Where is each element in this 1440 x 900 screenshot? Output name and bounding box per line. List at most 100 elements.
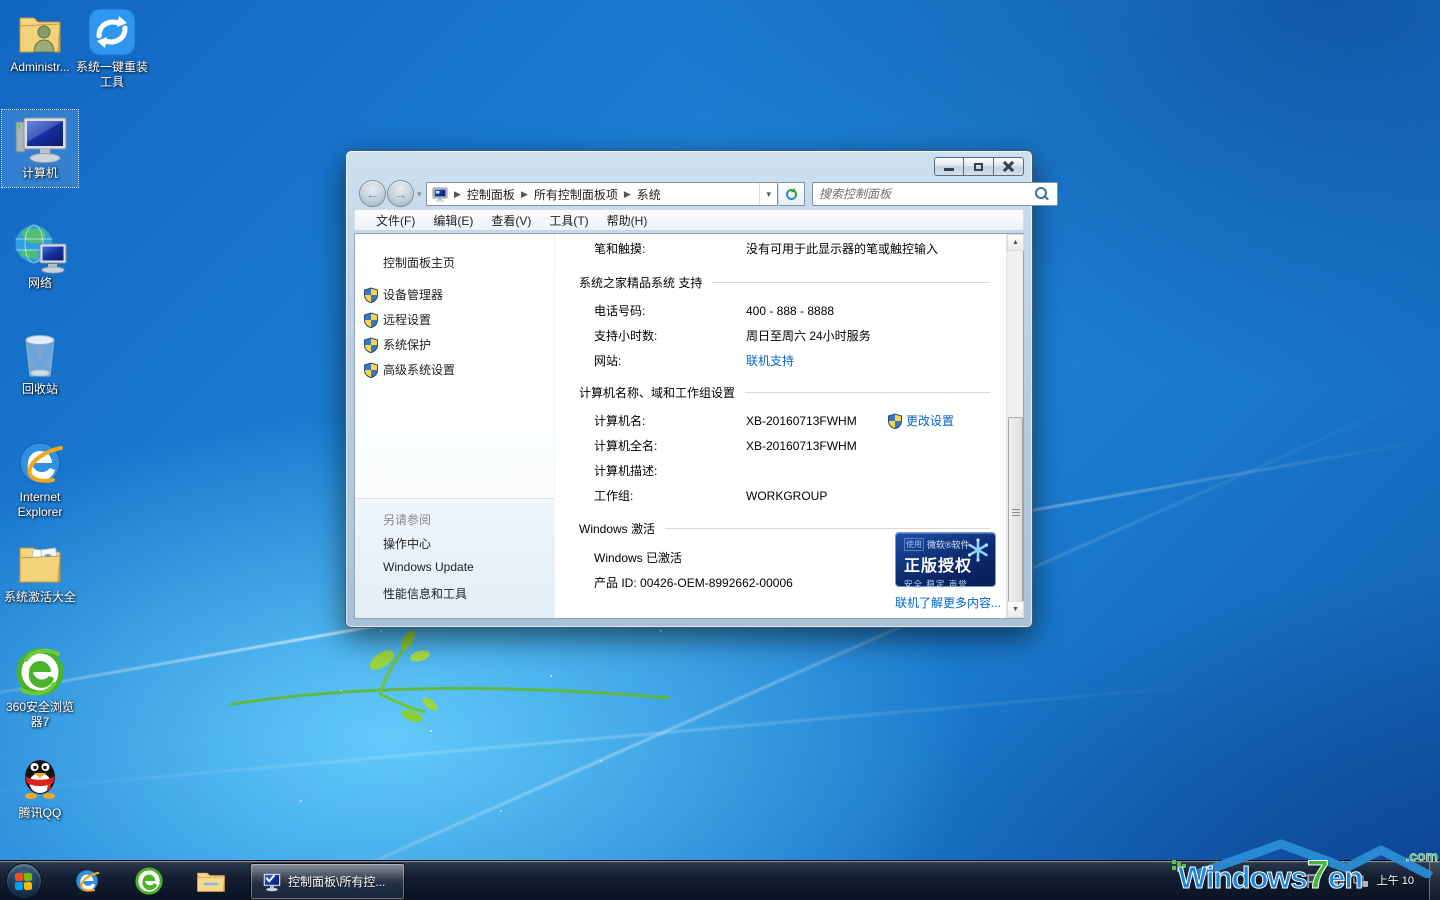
field-label: 计算机全名:: [594, 437, 746, 454]
learn-more-link[interactable]: 联机了解更多内容...: [895, 594, 1001, 611]
address-dropdown-icon[interactable]: ▾: [759, 183, 777, 205]
sidebar-item-advanced-settings[interactable]: 高级系统设置: [383, 361, 455, 377]
history-dropdown-icon[interactable]: ▾: [417, 189, 422, 200]
sidebar-item-system-protection[interactable]: 系统保护: [383, 336, 431, 352]
sidebar-item-label: 远程设置: [383, 311, 431, 328]
computer-name-section-header: 计算机名称、域和工作组设置: [555, 382, 1006, 402]
desktop-icon-reinstall-tool[interactable]: 系统一键重装工具: [74, 6, 150, 90]
menu-view[interactable]: 查看(V): [482, 210, 540, 231]
vertical-scrollbar[interactable]: ▲ ▼: [1006, 234, 1023, 618]
menu-tools[interactable]: 工具(T): [540, 210, 597, 231]
menu-help[interactable]: 帮助(H): [598, 210, 657, 231]
maximize-button[interactable]: [964, 157, 994, 176]
maximize-icon: [974, 163, 983, 171]
product-id-label: 产品 ID:: [594, 574, 637, 591]
qq-penguin-icon: [14, 752, 66, 804]
menu-file[interactable]: 文件(F): [367, 210, 424, 231]
refresh-button[interactable]: [779, 182, 805, 206]
menu-bar: 文件(F) 编辑(E) 查看(V) 工具(T) 帮助(H): [354, 209, 1024, 231]
desktop-icon-recycle-bin[interactable]: 回收站: [2, 330, 78, 397]
online-support-link[interactable]: 联机支持: [746, 352, 794, 369]
genuine-software-badge[interactable]: 使用 微软®软件 正版授权 安全 稳定 声誉: [895, 532, 996, 587]
field-label: 电话号码:: [594, 302, 746, 319]
breadcrumb-all-items[interactable]: 所有控制面板项: [530, 186, 622, 203]
scrollbar-thumb[interactable]: [1008, 417, 1023, 607]
desktop-icon-activation-collection[interactable]: 系统激活大全: [2, 538, 78, 605]
icon-label: 系统激活大全: [2, 590, 78, 605]
icon-label: Administr...: [2, 60, 78, 75]
breadcrumb-system[interactable]: 系统: [633, 186, 665, 203]
desktop-icon-computer[interactable]: 计算机: [2, 110, 78, 187]
website-row: 网站: 联机支持: [555, 348, 1006, 373]
search-input[interactable]: [819, 185, 1033, 203]
field-value: XB-20160713FWHM: [746, 439, 857, 453]
taskbar-explorer-button[interactable]: [186, 864, 236, 898]
desktop-icon-network[interactable]: 网络: [2, 222, 78, 291]
see-also-panel: 另请参阅 操作中心 Windows Update 性能信息和工具: [355, 498, 554, 618]
breadcrumb-arrow-icon: ▶: [519, 189, 530, 200]
icon-label: 计算机: [2, 166, 78, 181]
action-center-icon[interactable]: [1305, 873, 1321, 889]
scroll-down-button[interactable]: ▼: [1007, 601, 1024, 618]
change-settings-link[interactable]: 更改设置: [887, 412, 954, 429]
sidebar-item-remote-settings[interactable]: 远程设置: [383, 311, 431, 327]
system-window: ← → ▾ ▶ 控制面板 ▶ 所有控制面板项 ▶ 系统 ▾: [345, 150, 1033, 628]
section-divider: [665, 528, 990, 529]
swap-arrows-icon: [86, 6, 138, 58]
desktop-icon-internet-explorer[interactable]: Internet Explorer: [2, 438, 78, 520]
taskbar-clock[interactable]: 上午 10: [1377, 875, 1414, 888]
volume-icon[interactable]: [1329, 873, 1345, 889]
system-info-panel: 笔和触摸: 没有可用于此显示器的笔或触控输入 系统之家精品系统 支持 电话号码:…: [555, 234, 1006, 618]
uac-shield-icon: [363, 287, 379, 303]
close-button[interactable]: [994, 157, 1024, 176]
icon-label: 360安全浏览器7: [2, 700, 78, 730]
sidebar-item-device-manager[interactable]: 设备管理器: [383, 286, 443, 302]
taskbar-360-browser-button[interactable]: [124, 864, 174, 898]
badge-line3: 安全 稳定 声誉: [904, 578, 989, 590]
sidebar-item-control-panel-home[interactable]: 控制面板主页: [383, 254, 455, 271]
network-icon: [12, 222, 68, 274]
section-title: 系统之家精品系统 支持: [579, 274, 702, 291]
section-divider: [745, 392, 990, 393]
sidebar: 控制面板主页 设备管理器 远程设置 系统保护 高级系统设置: [355, 234, 555, 618]
icon-label: 网络: [2, 276, 78, 291]
desktop-icon-administrator[interactable]: Administr...: [2, 8, 78, 75]
change-settings-label: 更改设置: [906, 412, 954, 429]
minimize-button[interactable]: [934, 157, 964, 176]
title-bar[interactable]: [346, 151, 1032, 179]
search-box[interactable]: [812, 182, 1058, 206]
workgroup-row: 工作组: WORKGROUP: [555, 483, 1006, 508]
system-window-icon: [259, 872, 281, 892]
close-icon: [1003, 161, 1014, 172]
sidebar-item-windows-update[interactable]: Windows Update: [383, 560, 474, 574]
sidebar-item-performance-tools[interactable]: 性能信息和工具: [383, 585, 467, 602]
network-icon[interactable]: [1353, 873, 1369, 889]
computer-fullname-row: 计算机全名: XB-20160713FWHM: [555, 433, 1006, 458]
menu-edit[interactable]: 编辑(E): [424, 210, 482, 231]
show-desktop-button[interactable]: [1429, 861, 1440, 900]
window-client-area: 控制面板主页 设备管理器 远程设置 系统保护 高级系统设置: [354, 233, 1024, 619]
system-mini-icon: [432, 187, 448, 202]
back-button[interactable]: ←: [359, 180, 386, 207]
product-id-value: 00426-OEM-8992662-00006: [640, 576, 793, 590]
uac-shield-icon: [363, 362, 379, 378]
forward-button[interactable]: →: [387, 180, 414, 207]
genuine-star-icon: [965, 537, 991, 563]
activation-zone: Windows 激活 Windows 已激活 产品 ID: 00426-OEM-…: [555, 518, 1006, 595]
breadcrumb-control-panel[interactable]: 控制面板: [463, 186, 519, 203]
start-button[interactable]: [6, 863, 42, 899]
ie-icon: [72, 867, 102, 895]
icon-label: Internet Explorer: [2, 490, 78, 520]
taskbar-active-window-button[interactable]: 控制面板\所有控...: [250, 863, 405, 900]
taskbar-ie-button[interactable]: [62, 864, 112, 898]
scroll-up-button[interactable]: ▲: [1007, 234, 1024, 251]
field-value: 周日至周六 24小时服务: [746, 327, 871, 344]
computer-icon: [12, 114, 68, 164]
support-hours-row: 支持小时数: 周日至周六 24小时服务: [555, 323, 1006, 348]
desktop-icon-tencent-qq[interactable]: 腾讯QQ: [2, 752, 78, 821]
address-bar[interactable]: ▶ 控制面板 ▶ 所有控制面板项 ▶ 系统 ▾: [426, 182, 778, 206]
sidebar-item-action-center[interactable]: 操作中心: [383, 535, 431, 552]
folder-icon: [195, 868, 227, 894]
uac-shield-icon: [363, 312, 379, 328]
desktop-icon-360-browser[interactable]: 360安全浏览器7: [2, 646, 78, 730]
